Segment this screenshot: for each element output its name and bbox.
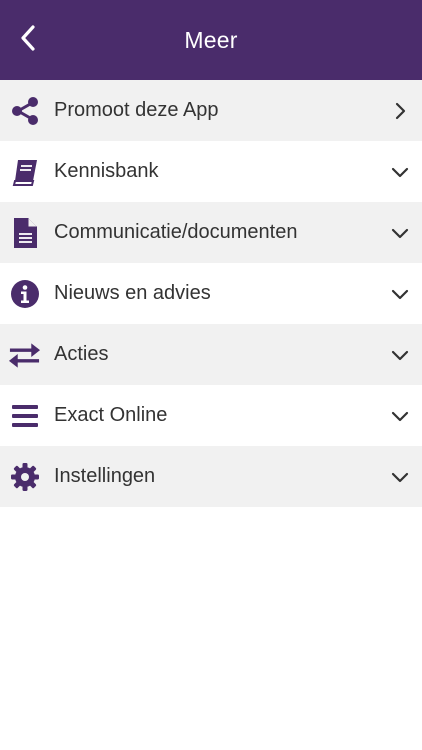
chevron-down-icon: [388, 282, 412, 306]
menu-item-nieuws-en-advies[interactable]: Nieuws en advies: [0, 263, 422, 324]
menu-item-label: Promoot deze App: [54, 99, 219, 121]
menu-item-acties[interactable]: Acties: [0, 324, 422, 385]
menu-item-label: Kennisbank: [54, 160, 159, 182]
chevron-down-icon: [388, 221, 412, 245]
menu-item-communicatie-documenten[interactable]: Communicatie/documenten: [0, 202, 422, 263]
share-icon: [8, 94, 41, 127]
menu-item-kennisbank[interactable]: Kennisbank: [0, 141, 422, 202]
menu-item-label: Instellingen: [54, 465, 156, 487]
menu-item-instellingen[interactable]: Instellingen: [0, 446, 422, 507]
top-bar: Meer: [0, 0, 422, 80]
page-title: Meer: [184, 26, 238, 53]
chevron-down-icon: [388, 404, 412, 428]
info-icon: [8, 277, 41, 310]
chevron-right-icon: [388, 99, 412, 123]
document-icon: [8, 216, 41, 249]
back-button[interactable]: [8, 16, 48, 60]
menu-item-promote-app[interactable]: Promoot deze App: [0, 80, 422, 141]
book-icon: [8, 155, 41, 188]
chevron-left-icon: [21, 25, 35, 51]
menu-item-label: Acties: [54, 343, 109, 365]
menu-item-label: Communicatie/documenten: [54, 221, 298, 243]
chevron-down-icon: [388, 343, 412, 367]
menu-item-label: Exact Online: [54, 404, 168, 426]
gear-icon: [8, 460, 41, 493]
chevron-down-icon: [388, 465, 412, 489]
menu-item-label: Nieuws en advies: [54, 282, 211, 304]
exchange-arrows-icon: [8, 338, 41, 371]
chevron-down-icon: [388, 160, 412, 184]
menu-item-exact-online[interactable]: Exact Online: [0, 385, 422, 446]
menu-bars-icon: [8, 399, 41, 432]
menu-list: Promoot deze App Kennisbank Communicatie…: [0, 80, 422, 507]
